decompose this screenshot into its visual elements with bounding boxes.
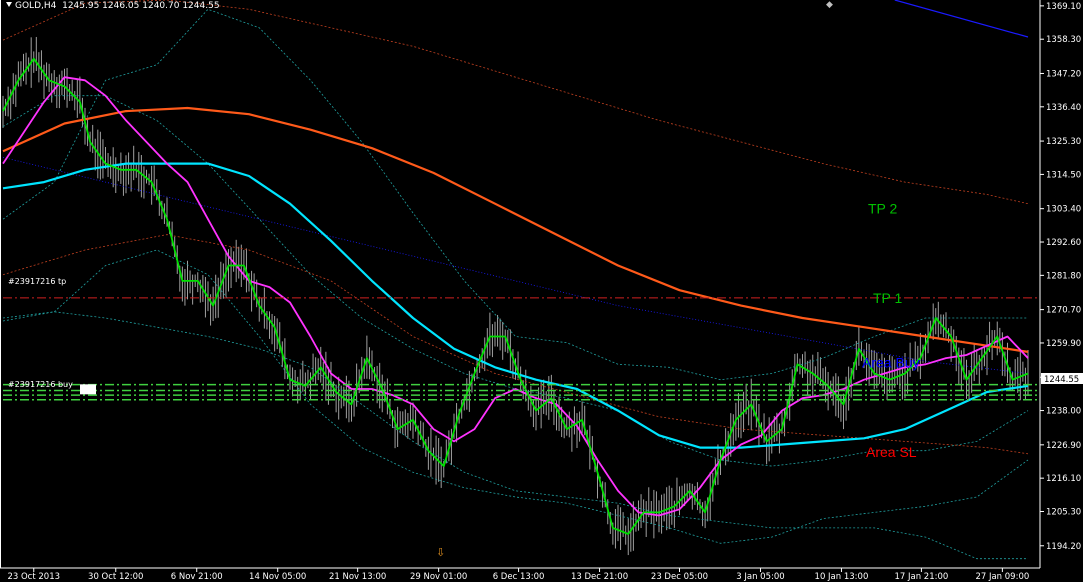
chart-header: GOLD,H4 1245.95 1246.05 1240.70 1244.55: [6, 1, 220, 11]
dropdown-triangle-icon[interactable]: [6, 2, 12, 7]
time-tick-label: 3 Jan 05:00: [736, 572, 784, 582]
time-tick-label: 21 Nov 13:00: [329, 572, 386, 582]
down-arrow-icon: ⇩: [436, 546, 445, 559]
order-marker: [80, 384, 96, 395]
trend-line: [894, 0, 1029, 38]
bands-cyan-line: [2, 95, 1029, 467]
bands-orange-line: [2, 234, 1029, 455]
price-tick-label: 1314.50: [1046, 170, 1081, 180]
time-axis: 23 Oct 2013 30 Oct 12:00 6 Nov 21:00 14 Nov…: [7, 568, 1029, 582]
price-tick-label: 1336.40: [1046, 103, 1081, 113]
price-tick-label: 1369.10: [1046, 2, 1081, 12]
current-price-label: 1244.55: [1044, 375, 1079, 385]
time-tick-label: 6 Nov 21:00: [171, 572, 223, 582]
price-axis: 1369.10 1358.30 1347.20 1336.40 1325.30 1314.…: [1040, 2, 1081, 552]
price-tick-label: 1292.60: [1046, 238, 1081, 248]
arrow-marker: ⇩: [436, 546, 445, 559]
long-ma-line: [2, 106, 1029, 353]
diamond-icon: ◆: [826, 0, 833, 10]
order-label-tp: #23917216 tp: [8, 277, 66, 286]
price-tick-label: 1205.30: [1046, 508, 1081, 518]
price-tick-label: 1259.90: [1046, 339, 1081, 349]
time-tick-label: 29 Nov 01:00: [410, 572, 467, 582]
price-tick-label: 1358.30: [1046, 35, 1081, 45]
price-chart[interactable]: 1369.10 1358.30 1347.20 1336.40 1325.30 1314.…: [0, 0, 1083, 582]
indicator-lines-layer: [2, 0, 1029, 560]
time-tick-label: 23 Dec 05:00: [651, 572, 708, 582]
symbol-timeframe: GOLD,H4: [15, 1, 57, 11]
time-tick-label: 27 Jan 09:00: [975, 572, 1029, 582]
price-tick-label: 1216.10: [1046, 474, 1081, 484]
diamond-marker: ◆: [826, 0, 833, 10]
bands-orange-line: [2, 0, 1029, 205]
price-tick-label: 1194.20: [1046, 542, 1081, 552]
time-tick-label: 17 Jan 21:00: [894, 572, 948, 582]
time-tick-label: 13 Dec 21:00: [571, 572, 628, 582]
annotation-area-sl: Area SL: [866, 444, 917, 460]
price-tick-label: 1238.00: [1046, 407, 1081, 417]
price-tick-label: 1325.30: [1046, 137, 1081, 147]
ohlc-values: 1245.95 1246.05 1240.70 1244.55: [62, 1, 220, 11]
price-tick-label: 1347.20: [1046, 69, 1081, 79]
price-tick-label: 1281.80: [1046, 271, 1081, 281]
time-tick-label: 30 Oct 12:00: [88, 572, 143, 582]
price-tick-label: 1270.70: [1046, 306, 1081, 316]
price-tick-label: 1226.90: [1046, 441, 1081, 451]
annotation-area-buy: Area Buy: [862, 355, 920, 371]
chart-frame: [0, 0, 1041, 569]
time-tick-label: 10 Jan 13:00: [815, 572, 869, 582]
annotation-tp-1: TP 1: [873, 290, 903, 306]
time-tick-label: 6 Dec 13:00: [493, 572, 545, 582]
price-tick-label: 1303.40: [1046, 205, 1081, 215]
annotation-tp-2: TP 2: [868, 201, 898, 217]
time-tick-label: 14 Nov 05:00: [249, 572, 306, 582]
current-price-tag: 1244.55: [1041, 373, 1083, 385]
time-tick-label: 23 Oct 2013: [7, 572, 60, 582]
order-labels-layer: #23917216 tp #23917216 buy: [8, 277, 73, 389]
order-label-buy: #23917216 buy: [8, 380, 73, 389]
